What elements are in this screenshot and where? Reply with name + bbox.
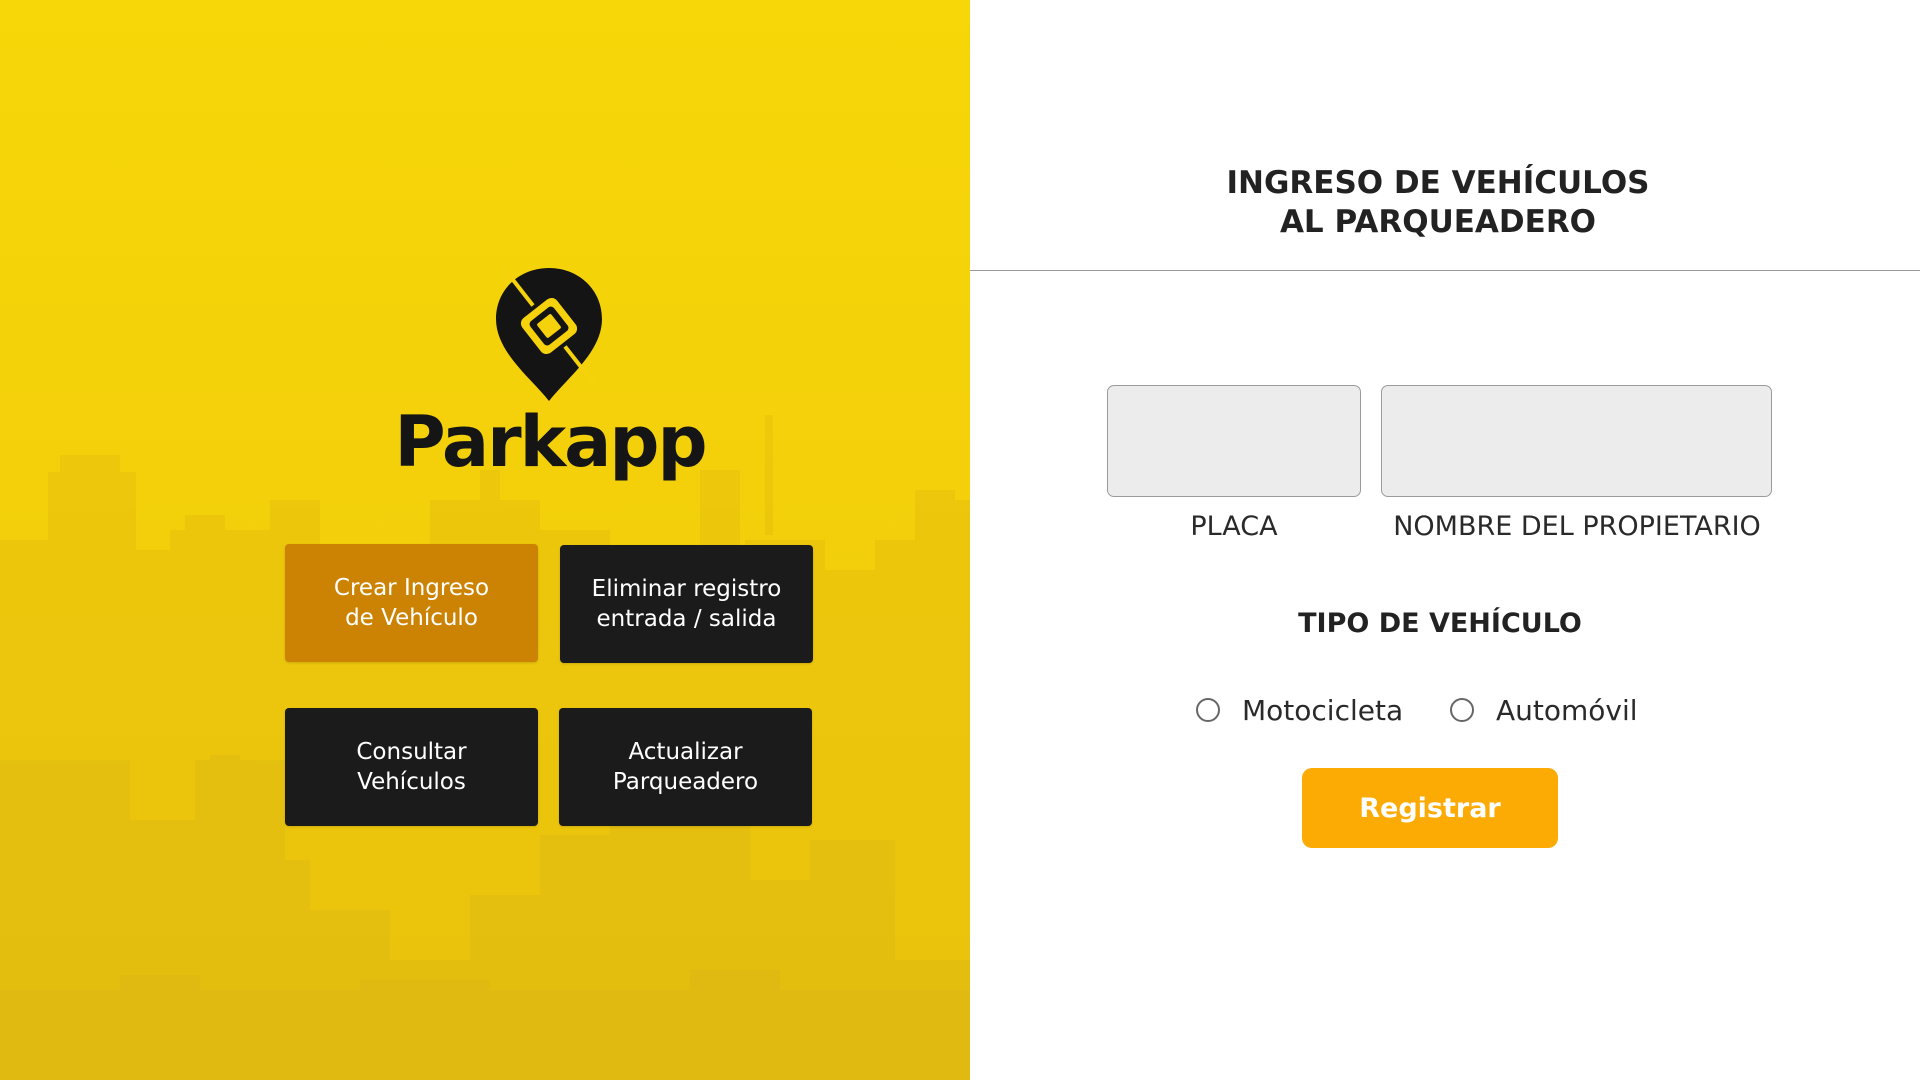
form-title: INGRESO DE VEHÍCULOS AL PARQUEADERO [1226,165,1650,240]
app-root: Parkapp Crear Ingreso de Vehículo Elimin… [0,0,1920,1080]
license-plate-input[interactable] [1107,385,1361,497]
car-radio-option[interactable]: Automóvil [1450,690,1638,730]
query-vehicles-button[interactable]: Consultar Vehículos [285,708,538,826]
brand-logo-text: Parkapp [394,401,707,483]
map-pin-car-icon [496,266,602,401]
delete-record-label: Eliminar registro entrada / salida [591,576,782,632]
motorcycle-radio-option[interactable]: Motocicleta [1196,690,1403,730]
city-skyline-background [0,415,970,1080]
delete-entry-exit-record-button[interactable]: Eliminar registro entrada / salida [560,545,813,663]
update-parking-button[interactable]: Actualizar Parqueadero [559,708,812,826]
vehicle-type-title: TIPO DE VEHÍCULO [1298,608,1582,639]
license-plate-label: PLACA [1190,511,1278,542]
create-vehicle-entry-label: Crear Ingreso de Vehículo [333,575,490,631]
update-parking-label: Actualizar Parqueadero [612,739,759,795]
sidebar-panel: Parkapp Crear Ingreso de Vehículo Elimin… [0,0,970,1080]
motorcycle-label: Motocicleta [1242,693,1404,727]
owner-name-input[interactable] [1381,385,1772,497]
vehicle-entry-form: INGRESO DE VEHÍCULOS AL PARQUEADERO PLAC… [970,0,1920,1080]
car-label: Automóvil [1496,693,1638,727]
register-button[interactable]: Registrar [1302,768,1558,848]
title-divider [970,270,1920,271]
owner-name-label: NOMBRE DEL PROPIETARIO [1393,511,1761,542]
motorcycle-radio-button[interactable] [1196,698,1220,722]
query-vehicles-label: Consultar Vehículos [356,739,467,795]
create-vehicle-entry-button[interactable]: Crear Ingreso de Vehículo [285,544,538,662]
car-radio-button[interactable] [1450,698,1474,722]
